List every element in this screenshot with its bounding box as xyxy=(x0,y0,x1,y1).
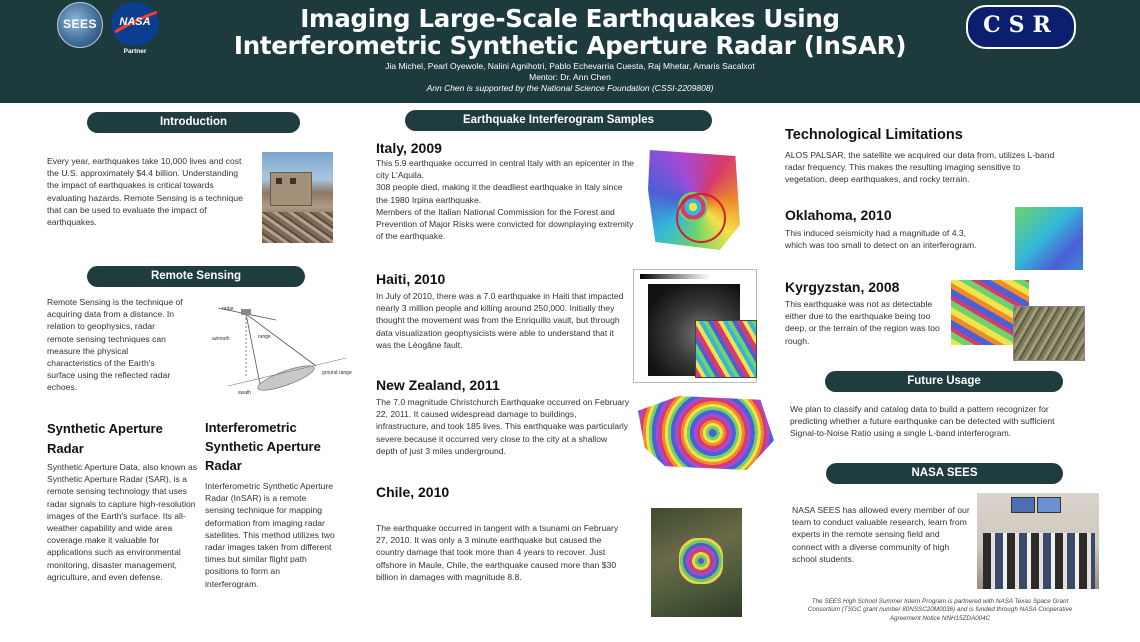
radar-label: radar xyxy=(222,306,234,312)
new-zealand-text: The 7.0 magnitude Christchurch Earthquak… xyxy=(376,397,630,456)
kyrgyzstan-heading: Kyrgyzstan, 2008 xyxy=(785,279,900,295)
chile-heading: Chile, 2010 xyxy=(376,484,450,500)
insar-heading: Interferometric Synthetic Aperture Radar xyxy=(205,420,321,473)
new-zealand-interferogram xyxy=(638,396,774,470)
limitations-heading: Technological Limitations xyxy=(785,127,963,143)
authors: Jia Michel, Pearl Oyewole, Nalini Agniho… xyxy=(385,61,755,71)
italy-text: This 5.9 earthquake occurred in central … xyxy=(376,158,634,242)
team-photo xyxy=(977,493,1099,589)
sar-text: Synthetic Aperture Data, also known as S… xyxy=(47,462,197,582)
future-usage-text: We plan to classify and catalog data to … xyxy=(790,404,1055,439)
sees-logo-text: SEES xyxy=(62,17,97,31)
kyrgyzstan-terrain-photo xyxy=(1013,306,1085,361)
italy-epicenter-circle xyxy=(676,193,726,243)
nasa-logo: NASA xyxy=(111,2,159,46)
haiti-heading: Haiti, 2010 xyxy=(376,271,446,287)
samples-heading: Earthquake Interferogram Samples xyxy=(405,110,712,131)
introduction-text: Every year, earthquakes take 10,000 live… xyxy=(47,156,243,228)
limitations-text: ALOS PALSAR, the satellite we acquired o… xyxy=(785,150,1055,185)
program-footnote: The SEES High School Summer Intern Progr… xyxy=(807,598,1073,622)
nasa-sees-text: NASA SEES has allowed every member of ou… xyxy=(792,505,970,564)
swath-label: swath xyxy=(238,390,251,396)
kyrgyzstan-text: This earthquake was not as detectable ei… xyxy=(785,299,940,346)
oklahoma-text: This induced seismicity had a magnitude … xyxy=(785,228,977,251)
ground-range-label: ground range xyxy=(322,370,352,376)
remote-sensing-text: Remote Sensing is the technique of acqui… xyxy=(47,297,183,393)
insar-text: Interferometric Synthetic Aperture Radar… xyxy=(205,481,335,589)
italy-heading: Italy, 2009 xyxy=(376,140,442,156)
poster-title-line1: Imaging Large-Scale Earthquakes Using xyxy=(300,4,840,33)
haiti-text: In July of 2010, there was a 7.0 earthqu… xyxy=(376,291,624,350)
remote-sensing-heading: Remote Sensing xyxy=(87,266,305,287)
mentor: Mentor: Dr. Ann Chen xyxy=(529,72,611,82)
new-zealand-heading: New Zealand, 2011 xyxy=(376,377,500,393)
haiti-interferogram xyxy=(695,320,757,378)
oklahoma-heading: Oklahoma, 2010 xyxy=(785,207,892,223)
sees-logo: SEES xyxy=(57,2,103,48)
chile-text: The earthquake occurred in tangent with … xyxy=(376,523,619,582)
funding-note: Ann Chen is supported by the National Sc… xyxy=(426,83,714,93)
nasa-sees-heading: NASA SEES xyxy=(826,463,1063,484)
chile-interferogram xyxy=(651,508,742,617)
range-label: range xyxy=(258,334,271,340)
poster-title-line2: Interferometric Synthetic Aperture Radar… xyxy=(233,31,907,60)
nasa-logo-text: NASA xyxy=(119,16,151,28)
csr-logo-text: CSR xyxy=(983,12,1059,38)
partner-label: Partner xyxy=(123,48,147,55)
csr-logo: CSR xyxy=(966,5,1076,49)
azimuth-label: azimuth xyxy=(212,336,230,342)
radar-geometry-diagram: radar azimuth range ground range swath xyxy=(212,306,352,396)
future-usage-heading: Future Usage xyxy=(825,371,1063,392)
introduction-heading: Introduction xyxy=(87,112,300,133)
oklahoma-interferogram xyxy=(1015,207,1083,270)
earthquake-damage-photo xyxy=(262,152,333,243)
sar-heading: Synthetic Aperture Radar xyxy=(47,421,163,456)
